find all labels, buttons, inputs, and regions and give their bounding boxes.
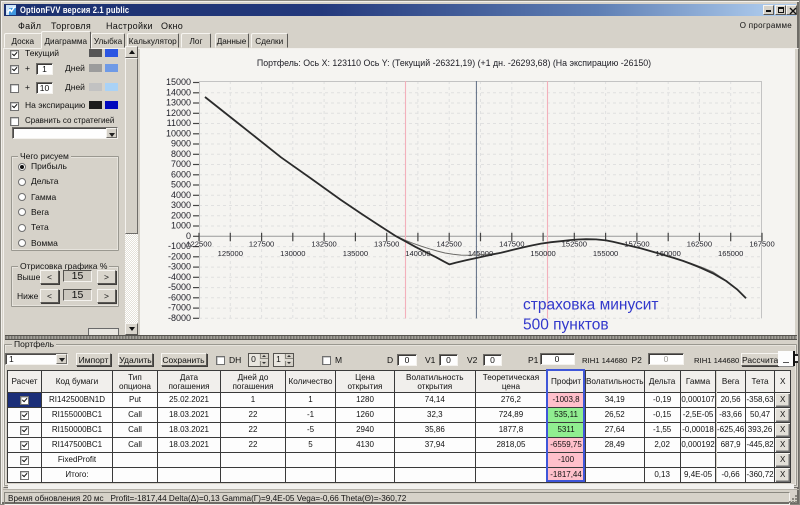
svg-text:142500: 142500	[437, 240, 462, 249]
svg-text:165000: 165000	[718, 249, 743, 258]
svg-text:4000: 4000	[171, 190, 191, 200]
svg-text:-6000: -6000	[168, 292, 191, 302]
svg-text:-5000: -5000	[168, 282, 191, 292]
svg-text:162500: 162500	[687, 240, 712, 249]
svg-text:Портфель: Ось X: 123110 Ось: Портфель: Ось X: 123110 Ось Y: (Текущий …	[257, 58, 651, 68]
svg-text:127500: 127500	[249, 240, 274, 249]
svg-text:167500: 167500	[749, 240, 774, 249]
svg-text:2000: 2000	[171, 210, 191, 220]
svg-text:155000: 155000	[593, 249, 618, 258]
svg-text:8000: 8000	[171, 149, 191, 159]
svg-text:5000: 5000	[171, 180, 191, 190]
svg-text:11000: 11000	[167, 118, 191, 128]
svg-text:-2000: -2000	[168, 251, 191, 261]
svg-text:7000: 7000	[171, 159, 191, 169]
svg-text:1000: 1000	[171, 221, 191, 231]
svg-text:6000: 6000	[171, 169, 191, 179]
svg-text:12000: 12000	[166, 108, 191, 118]
svg-text:страховка минусит: страховка минусит	[523, 296, 659, 313]
svg-text:15000: 15000	[166, 77, 191, 87]
svg-text:10000: 10000	[166, 128, 191, 138]
svg-text:3000: 3000	[171, 200, 191, 210]
svg-text:-7000: -7000	[168, 303, 191, 313]
svg-text:-4000: -4000	[168, 272, 191, 282]
svg-text:13000: 13000	[166, 98, 191, 108]
svg-text:500 пунктов: 500 пунктов	[523, 316, 609, 333]
svg-text:150000: 150000	[530, 249, 555, 258]
svg-text:125000: 125000	[218, 249, 243, 258]
svg-text:130000: 130000	[280, 249, 305, 258]
svg-text:14000: 14000	[166, 87, 191, 97]
svg-text:9000: 9000	[171, 139, 191, 149]
svg-text:137500: 137500	[374, 240, 399, 249]
svg-text:-8000: -8000	[168, 313, 191, 323]
svg-text:132500: 132500	[311, 240, 336, 249]
svg-text:135000: 135000	[343, 249, 368, 258]
svg-text:-3000: -3000	[168, 262, 191, 272]
svg-text:122500: 122500	[186, 240, 211, 249]
